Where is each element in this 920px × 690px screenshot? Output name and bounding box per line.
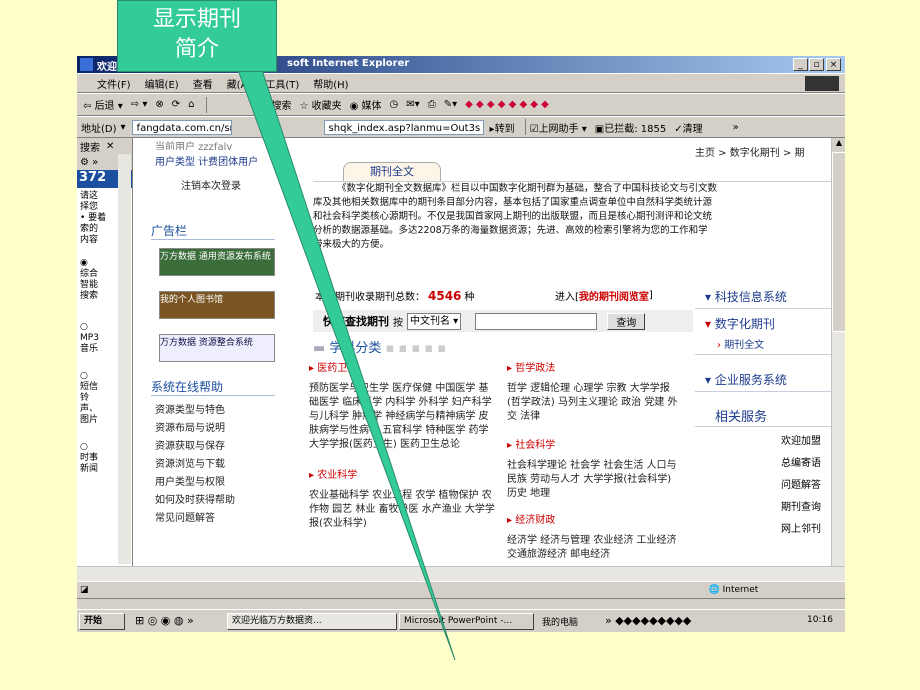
callout-line1: 显示期刊	[152, 7, 241, 32]
callout-box: 显示期刊 简介	[117, 0, 277, 72]
callout-line2: 简介	[174, 37, 219, 62]
callout-pointer	[237, 69, 456, 661]
